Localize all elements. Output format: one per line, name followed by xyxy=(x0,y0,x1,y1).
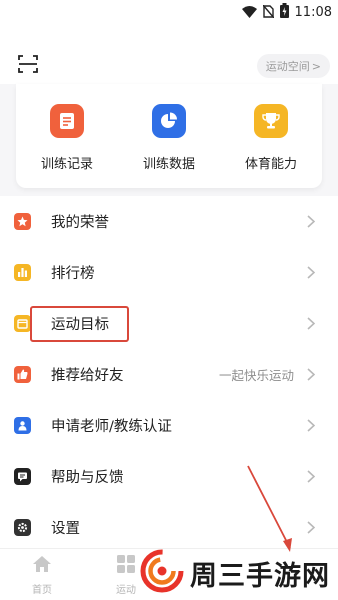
menu-item-teacher-certification[interactable]: 申请老师/教练认证 xyxy=(0,400,338,450)
gear-icon xyxy=(14,518,31,536)
chevron-right-icon xyxy=(306,418,316,432)
menu-item-label: 排行榜 xyxy=(51,265,95,282)
grid-icon xyxy=(117,555,135,577)
menu-item-label: 我的荣誉 xyxy=(51,214,109,231)
medal-icon xyxy=(14,212,31,230)
menu-item-leaderboard[interactable]: 排行榜 xyxy=(0,247,338,297)
menu-item-help-feedback[interactable]: 帮助与反馈 xyxy=(0,451,338,501)
document-list-icon xyxy=(50,104,84,138)
sports-space-label: 运动空间 xyxy=(265,60,310,73)
chevron-right-icon: > xyxy=(311,59,321,73)
menu-item-label: 设置 xyxy=(51,520,80,537)
sports-space-button[interactable]: 运动空间 > xyxy=(256,54,330,78)
menu-item-label: 申请老师/教练认证 xyxy=(51,418,172,435)
pie-chart-icon xyxy=(152,104,186,138)
badge-icon xyxy=(14,416,31,434)
chevron-right-icon xyxy=(306,265,316,279)
bar-chart-icon xyxy=(14,263,31,281)
chevron-right-icon xyxy=(306,214,316,228)
feature-label: 训练数据 xyxy=(142,157,195,172)
menu-item-label: 帮助与反馈 xyxy=(51,469,124,486)
highlight-box xyxy=(30,306,129,342)
chat-icon xyxy=(14,467,31,485)
chevron-right-icon xyxy=(306,316,316,330)
status-bar: 11:08 xyxy=(0,0,338,24)
watermark-logo-icon xyxy=(140,549,184,597)
menu-item-settings[interactable]: 设置 xyxy=(0,502,338,552)
scan-button[interactable] xyxy=(12,52,44,80)
wifi-icon xyxy=(241,3,257,22)
watermark-text: 周三手游网 xyxy=(190,560,330,592)
menu-item-honors[interactable]: 我的荣誉 xyxy=(0,196,338,246)
feature-training-data[interactable]: 训练数据 xyxy=(124,104,214,176)
menu-item-label: 推荐给好友 xyxy=(51,367,124,384)
trophy-icon xyxy=(254,104,288,138)
status-icons: 11:08 xyxy=(241,2,332,22)
feature-label: 体育能力 xyxy=(244,157,297,172)
settings-menu: 我的荣誉 排行榜 运动目标 推荐给好友 一起快乐运动 申请老师/教练认证 帮助与… xyxy=(0,196,338,548)
tab-label: 首页 xyxy=(32,585,52,596)
target-icon xyxy=(14,314,31,332)
battery-charging-icon xyxy=(279,2,289,22)
home-icon xyxy=(32,555,52,577)
tab-home[interactable]: 首页 xyxy=(20,555,64,599)
feature-training-records[interactable]: 训练记录 xyxy=(22,104,112,176)
menu-item-hint: 一起快乐运动 xyxy=(218,367,294,383)
watermark: 周三手游网 xyxy=(140,546,338,600)
no-sim-icon xyxy=(261,3,275,22)
chevron-right-icon xyxy=(306,469,316,483)
thumbs-up-icon xyxy=(14,365,31,383)
menu-item-recommend-friends[interactable]: 推荐给好友 一起快乐运动 xyxy=(0,349,338,399)
tab-label: 运动 xyxy=(116,585,136,596)
chevron-right-icon xyxy=(306,367,316,381)
feature-sports-ability[interactable]: 体育能力 xyxy=(226,104,316,176)
feature-card: 训练记录 训练数据 体育能力 xyxy=(16,84,322,188)
feature-label: 训练记录 xyxy=(40,157,93,172)
status-time: 11:08 xyxy=(294,4,332,20)
chevron-right-icon xyxy=(306,520,316,534)
scan-icon xyxy=(18,55,38,77)
